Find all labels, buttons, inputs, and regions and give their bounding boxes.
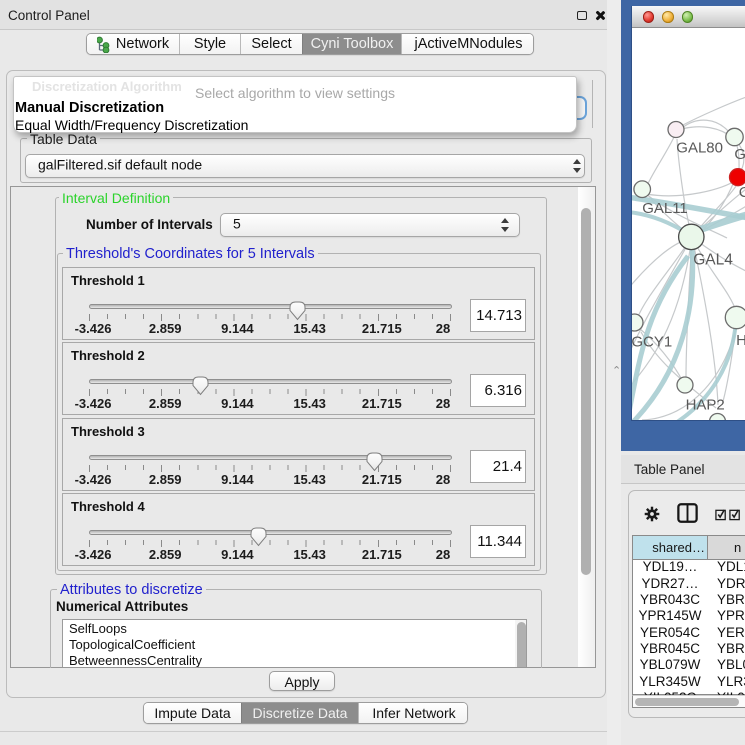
svg-text:C: C: [738, 184, 745, 201]
svg-text:GAL4: GAL4: [693, 251, 733, 268]
svg-text:GAL11: GAL11: [642, 200, 688, 217]
svg-text:HAP2: HAP2: [685, 396, 724, 413]
svg-text:GAL80: GAL80: [676, 139, 723, 156]
svg-text:H: H: [736, 332, 745, 349]
svg-text:GA: GA: [734, 145, 745, 162]
svg-text:GCY1: GCY1: [632, 333, 672, 350]
